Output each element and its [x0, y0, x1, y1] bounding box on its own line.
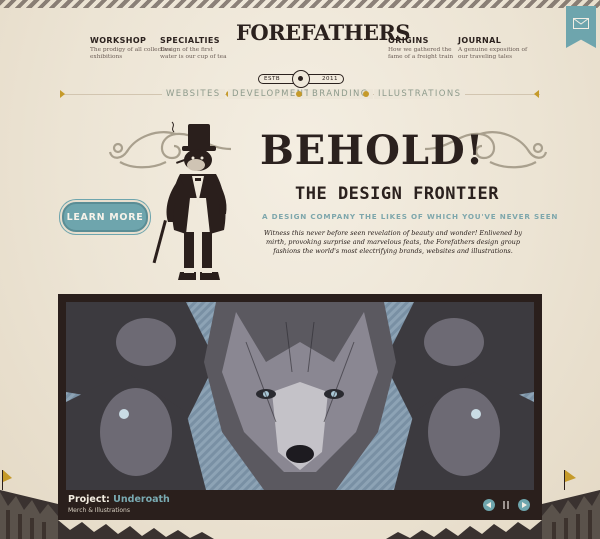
nav-left-ornament — [60, 90, 65, 98]
learn-more-label: LEARN MORE — [66, 212, 144, 223]
logo-wordmark: FOREFATHERS — [236, 20, 411, 45]
nav-specialties-desc: Design of the first water is our cup of … — [160, 47, 227, 60]
nav-journal-desc: A genuine exposition of our traveling ta… — [458, 47, 528, 60]
monkey-gentleman-illustration — [152, 121, 227, 280]
hero-description: Witness this never before seen revelatio… — [263, 229, 523, 256]
category-websites[interactable]: WEBSITES — [162, 89, 225, 99]
nav-specialties-title[interactable]: SPECIALTIES — [160, 36, 230, 45]
wolf-illustration — [66, 302, 534, 490]
eye-icon — [292, 70, 310, 88]
nav-origins-desc: How we gathered the fame of a freight tr… — [388, 47, 454, 60]
logo[interactable]: FOREFATHERS ESTB 2011 — [236, 20, 411, 88]
circus-tent-decoration — [0, 470, 600, 539]
hero-headline: BEHOLD! — [260, 127, 485, 174]
logo-estb: ESTB — [264, 76, 281, 82]
category-nav: WEBSITES DEVELOPMENT BRANDING ILLUSTRATI… — [60, 88, 540, 102]
envelope-icon — [573, 18, 589, 29]
top-border — [0, 0, 600, 8]
nav-dot — [296, 91, 302, 97]
nav-specialties[interactable]: SPECIALTIES Design of the first water is… — [160, 36, 230, 61]
nav-right-ornament — [534, 90, 539, 98]
nav-journal-title[interactable]: JOURNAL — [458, 36, 528, 45]
category-illustrations[interactable]: ILLUSTRATIONS — [374, 89, 466, 99]
hero-subheadline: THE DESIGN FRONTIER — [295, 184, 499, 204]
hero-tagline: A DESIGN COMPANY THE LIKES OF WHICH YOU'… — [262, 212, 559, 221]
nav-journal[interactable]: JOURNAL A genuine exposition of our trav… — [458, 36, 528, 61]
project-artwork[interactable] — [66, 302, 534, 490]
nav-dot — [363, 91, 369, 97]
logo-year: 2011 — [322, 76, 338, 82]
learn-more-button[interactable]: LEARN MORE — [62, 202, 148, 232]
